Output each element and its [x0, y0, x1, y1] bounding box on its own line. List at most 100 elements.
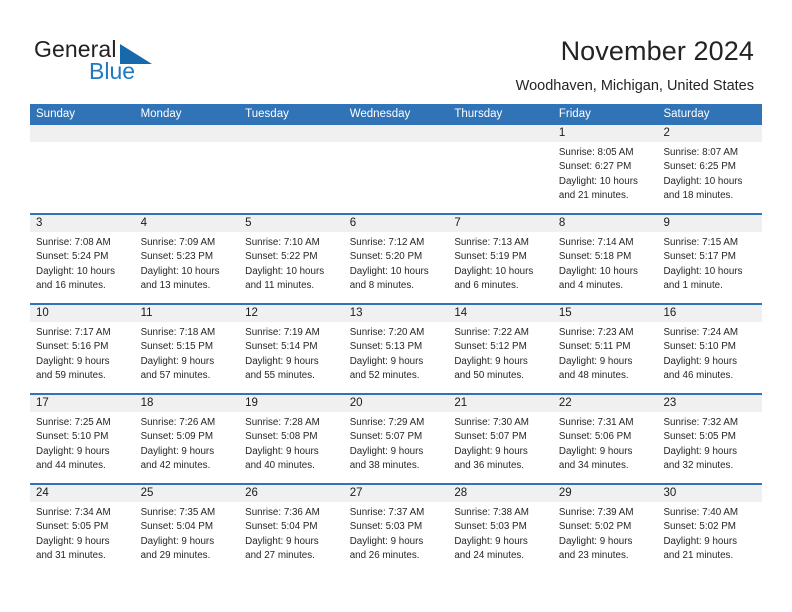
sunset-text: Sunset: 5:22 PM [245, 251, 318, 263]
calendar-day-cell[interactable]: 15 Sunrise: 7:23 AM Sunset: 5:11 PM Dayligh… [552, 305, 658, 393]
daylight-text-cont: and 55 minutes. [245, 369, 315, 381]
sunrise-text: Sunrise: 7:10 AM [245, 237, 320, 248]
day-details: Sunrise: 7:36 AM Sunset: 5:04 PM Daylight:… [239, 502, 344, 563]
sunset-text: Sunset: 5:19 PM [454, 251, 527, 263]
calendar-empty-cell [30, 125, 135, 213]
sunset-text: Sunset: 5:07 PM [349, 431, 423, 443]
day-details: Sunrise: 7:19 AM Sunset: 5:14 PM Daylight:… [239, 322, 344, 383]
sunset-text: Sunset: 5:14 PM [245, 341, 318, 353]
sunset-text: Sunset: 5:17 PM [663, 251, 736, 263]
calendar-day-cell[interactable]: 17 Sunrise: 7:25 AM Sunset: 5:10 PM Dayligh… [30, 395, 135, 483]
calendar-day-cell[interactable]: 19 Sunrise: 7:28 AM Sunset: 5:08 PM Dayligh… [239, 395, 344, 483]
calendar-day-cell[interactable]: 23 Sunrise: 7:32 AM Sunset: 5:05 PM Dayligh… [657, 395, 763, 483]
day-details: Sunrise: 7:18 AM Sunset: 5:15 PM Daylight:… [135, 322, 240, 383]
calendar-day-cell[interactable]: 1 Sunrise: 8:05 AM Sunset: 6:27 PM Daylight… [552, 125, 658, 213]
calendar-day-cell[interactable]: 18 Sunrise: 7:26 AM Sunset: 5:09 PM Dayligh… [134, 395, 240, 483]
weekday-header-monday: Monday [140, 108, 182, 120]
daylight-text: Daylight: 9 hours [140, 445, 215, 457]
sunrise-text: Sunrise: 7:15 AM [663, 237, 739, 248]
day-number: 27 [343, 485, 449, 502]
daylight-text-cont: and 11 minutes. [245, 279, 315, 291]
calendar-day-cell[interactable]: 22 Sunrise: 7:31 AM Sunset: 5:06 PM Dayligh… [552, 395, 658, 483]
calendar-day-cell[interactable]: 27 Sunrise: 7:37 AM Sunset: 5:03 PM Dayligh… [343, 485, 449, 573]
calendar-day-cell[interactable]: 16 Sunrise: 7:24 AM Sunset: 5:10 PM Dayligh… [657, 305, 763, 393]
brand-name-blue: Blue [89, 58, 136, 84]
sunset-text: Sunset: 5:12 PM [454, 341, 527, 353]
sunrise-text: Sunrise: 7:24 AM [663, 327, 739, 338]
daylight-text-cont: and 52 minutes. [349, 369, 420, 381]
calendar-day-cell[interactable]: 29 Sunrise: 7:39 AM Sunset: 5:02 PM Dayligh… [552, 485, 658, 573]
calendar-day-cell[interactable]: 6 Sunrise: 7:12 AM Sunset: 5:20 PM Daylight… [343, 215, 449, 303]
daylight-text: Daylight: 10 hours [245, 265, 325, 277]
weekday-header-wednesday: Wednesday [349, 108, 411, 120]
day-number [448, 125, 553, 142]
calendar-week-cells: 1 Sunrise: 8:05 AM Sunset: 6:27 PM Daylight… [30, 125, 763, 213]
sunset-text: Sunset: 5:16 PM [36, 341, 109, 353]
calendar-day-cell[interactable]: 28 Sunrise: 7:38 AM Sunset: 5:03 PM Dayligh… [448, 485, 553, 573]
calendar-day-cell[interactable]: 13 Sunrise: 7:20 AM Sunset: 5:13 PM Dayligh… [343, 305, 449, 393]
calendar-day-cell[interactable]: 10 Sunrise: 7:17 AM Sunset: 5:16 PM Dayligh… [30, 305, 135, 393]
daylight-text-cont: and 27 minutes. [245, 549, 315, 561]
calendar-week-row: 10 Sunrise: 7:17 AM Sunset: 5:16 PM Dayligh… [30, 303, 763, 393]
sunset-text: Sunset: 5:23 PM [140, 251, 214, 263]
daylight-text: Daylight: 9 hours [558, 355, 633, 367]
day-number: 25 [134, 485, 240, 502]
daylight-text-cont: and 26 minutes. [349, 549, 420, 561]
calendar-day-cell[interactable]: 20 Sunrise: 7:29 AM Sunset: 5:07 PM Dayligh… [343, 395, 449, 483]
calendar-day-cell[interactable]: 11 Sunrise: 7:18 AM Sunset: 5:15 PM Dayligh… [134, 305, 240, 393]
daylight-text: Daylight: 9 hours [349, 355, 424, 367]
calendar-week-row: 24 Sunrise: 7:34 AM Sunset: 5:05 PM Dayligh… [30, 483, 763, 573]
day-details: Sunrise: 7:37 AM Sunset: 5:03 PM Daylight:… [344, 502, 449, 563]
calendar-day-cell[interactable]: 4 Sunrise: 7:09 AM Sunset: 5:23 PM Daylight… [134, 215, 240, 303]
daylight-text-cont: and 32 minutes. [663, 459, 734, 471]
daylight-text: Daylight: 10 hours [36, 265, 115, 277]
day-number: 18 [134, 395, 240, 412]
daylight-text: Daylight: 9 hours [454, 535, 528, 547]
calendar-empty-cell [134, 125, 240, 213]
weekday-header-row: Sunday Monday Tuesday Wednesday Thursday Frid… [30, 104, 762, 125]
daylight-text-cont: and 48 minutes. [558, 369, 629, 381]
sunset-text: Sunset: 5:24 PM [36, 251, 109, 263]
calendar-day-cell[interactable]: 3 Sunrise: 7:08 AM Sunset: 5:24 PM Daylight… [30, 215, 135, 303]
sunset-text: Sunset: 6:25 PM [663, 161, 736, 173]
sunset-text: Sunset: 5:03 PM [349, 521, 423, 533]
daylight-text-cont: and 24 minutes. [454, 549, 525, 561]
sunset-text: Sunset: 5:10 PM [36, 431, 109, 443]
calendar-day-cell[interactable]: 24 Sunrise: 7:34 AM Sunset: 5:05 PM Dayligh… [30, 485, 135, 573]
day-details: Sunrise: 7:26 AM Sunset: 5:09 PM Daylight:… [135, 412, 240, 473]
day-details: Sunrise: 7:17 AM Sunset: 5:16 PM Daylight:… [30, 322, 135, 383]
daylight-text-cont: and 1 minute. [663, 279, 723, 291]
daylight-text: Daylight: 9 hours [349, 535, 424, 547]
sunset-text: Sunset: 5:11 PM [558, 341, 631, 353]
brand-logo[interactable]: General Blue [34, 36, 234, 88]
calendar-day-cell[interactable]: 12 Sunrise: 7:19 AM Sunset: 5:14 PM Dayligh… [239, 305, 344, 393]
calendar-page: General Blue November 2024 Woodhaven, Mi… [0, 0, 792, 612]
daylight-text-cont: and 44 minutes. [36, 459, 106, 471]
calendar-day-cell[interactable]: 9 Sunrise: 7:15 AM Sunset: 5:17 PM Daylight… [657, 215, 763, 303]
calendar-day-cell[interactable]: 5 Sunrise: 7:10 AM Sunset: 5:22 PM Daylight… [239, 215, 344, 303]
calendar-day-cell[interactable]: 26 Sunrise: 7:36 AM Sunset: 5:04 PM Dayligh… [239, 485, 344, 573]
calendar-week-row: 17 Sunrise: 7:25 AM Sunset: 5:10 PM Dayligh… [30, 393, 763, 483]
calendar-day-cell[interactable]: 8 Sunrise: 7:14 AM Sunset: 5:18 PM Daylight… [552, 215, 658, 303]
calendar-day-cell[interactable]: 21 Sunrise: 7:30 AM Sunset: 5:07 PM Dayligh… [448, 395, 553, 483]
day-details: Sunrise: 7:22 AM Sunset: 5:12 PM Daylight:… [448, 322, 553, 383]
day-number: 30 [657, 485, 763, 502]
daylight-text-cont: and 40 minutes. [245, 459, 315, 471]
sunrise-text: Sunrise: 7:25 AM [36, 417, 111, 428]
daylight-text: Daylight: 9 hours [558, 445, 633, 457]
day-details: Sunrise: 8:05 AM Sunset: 6:27 PM Daylight:… [553, 142, 658, 203]
day-number: 26 [239, 485, 344, 502]
day-details: Sunrise: 7:29 AM Sunset: 5:07 PM Daylight:… [344, 412, 449, 473]
day-details: Sunrise: 7:31 AM Sunset: 5:06 PM Daylight:… [553, 412, 658, 473]
daylight-text-cont: and 46 minutes. [663, 369, 734, 381]
daylight-text: Daylight: 10 hours [140, 265, 220, 277]
daylight-text: Daylight: 9 hours [663, 535, 737, 547]
calendar-day-cell[interactable]: 7 Sunrise: 7:13 AM Sunset: 5:19 PM Daylight… [448, 215, 553, 303]
calendar-day-cell[interactable]: 30 Sunrise: 7:40 AM Sunset: 5:02 PM Dayligh… [657, 485, 763, 573]
calendar-day-cell[interactable]: 14 Sunrise: 7:22 AM Sunset: 5:12 PM Dayligh… [448, 305, 553, 393]
calendar-day-cell[interactable]: 2 Sunrise: 8:07 AM Sunset: 6:25 PM Daylight… [657, 125, 763, 213]
calendar-day-cell[interactable]: 25 Sunrise: 7:35 AM Sunset: 5:04 PM Dayligh… [134, 485, 240, 573]
sunrise-text: Sunrise: 7:26 AM [140, 417, 216, 428]
sunrise-text: Sunrise: 7:29 AM [349, 417, 425, 428]
sunset-text: Sunset: 5:06 PM [558, 431, 632, 443]
